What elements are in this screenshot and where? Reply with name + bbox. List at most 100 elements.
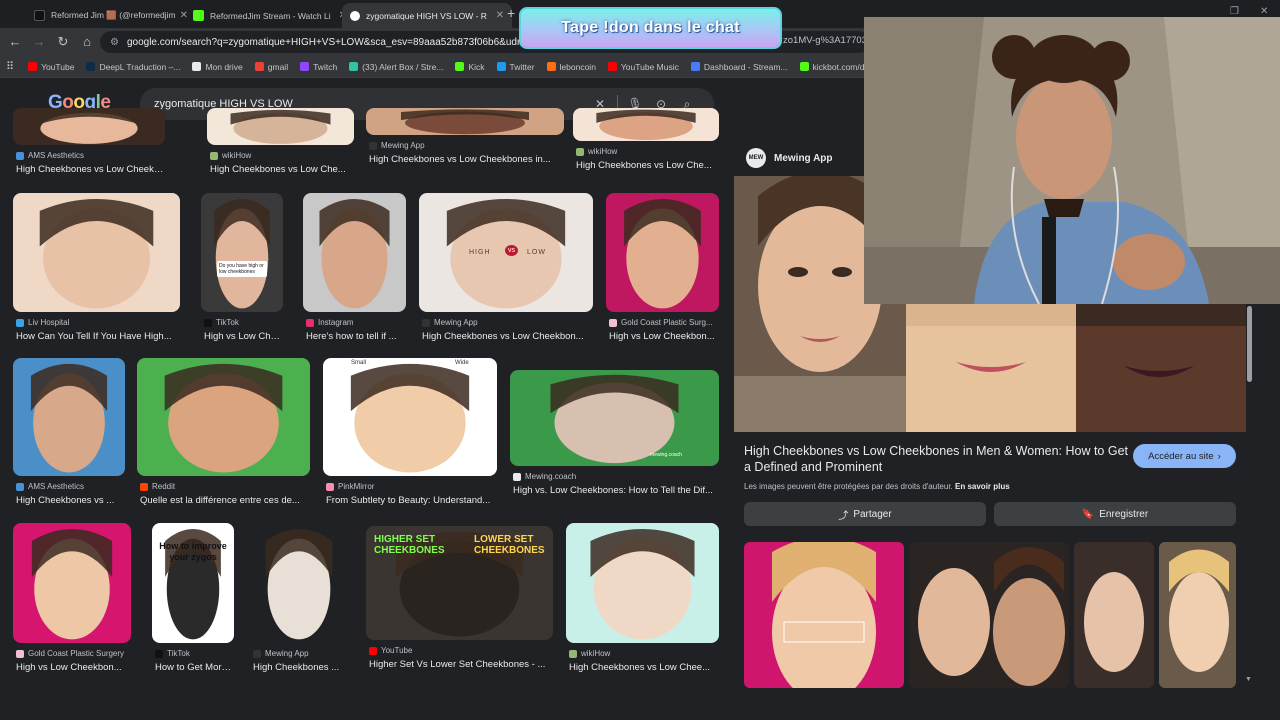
result-thumbnail[interactable] <box>250 523 348 643</box>
image-result[interactable]: AMS Aesthetics High Cheekbones vs Low Che… <box>13 108 165 181</box>
share-button[interactable]: ⤴ Partager <box>744 502 986 526</box>
result-thumbnail[interactable] <box>573 108 719 141</box>
result-thumbnail[interactable]: HIGHER SET CHEEKBONES LOWER SET CHEEKBONE… <box>366 526 553 640</box>
close-window-icon[interactable]: ✕ <box>1260 6 1268 17</box>
result-caption[interactable]: High Cheekbones vs ... <box>16 495 124 506</box>
forward-icon[interactable]: → <box>31 34 47 50</box>
result-source[interactable]: Instagram <box>306 318 354 327</box>
result-thumbnail[interactable] <box>13 193 180 312</box>
image-result[interactable]: HIGH vs LOW Mewing App High Cheekbones vs Lo… <box>419 193 593 348</box>
close-tab-icon[interactable]: ✕ <box>496 10 504 21</box>
home-icon[interactable]: ⌂ <box>79 34 95 50</box>
result-caption[interactable]: How to Get More P... <box>155 662 233 673</box>
result-caption[interactable]: High vs. Low Cheekbones: How to Tell the… <box>513 485 718 496</box>
result-caption[interactable]: High vs Low Chee... <box>204 331 282 342</box>
result-source[interactable]: Mewing.coach <box>513 472 576 481</box>
result-caption[interactable]: From Subtlety to Beauty: Understand... <box>326 495 496 506</box>
result-caption[interactable]: High Cheekbones vs Low Cheekbones... <box>16 164 164 175</box>
result-thumbnail[interactable] <box>13 523 131 643</box>
result-thumbnail[interactable] <box>303 193 406 312</box>
reload-icon[interactable]: ↻ <box>55 34 71 50</box>
result-thumbnail[interactable] <box>13 108 165 145</box>
image-result[interactable]: AMS Aesthetics High Cheekbones vs ... <box>13 358 125 512</box>
result-thumbnail[interactable]: Do you have high or low cheekbones <box>201 193 283 312</box>
result-thumbnail[interactable] <box>566 523 719 643</box>
panel-scrollbar[interactable] <box>1247 306 1252 382</box>
result-caption[interactable]: High Cheekbones vs Low Cheekbon... <box>422 331 592 342</box>
save-button[interactable]: 🔖 Enregistrer <box>994 502 1236 526</box>
bookmark-item[interactable]: gmail <box>254 62 288 72</box>
bookmark-item[interactable]: DeepL Traduction –... <box>86 62 180 72</box>
image-result[interactable]: wikiHow High Cheekbones vs Low Che... <box>573 108 719 177</box>
tab-kick[interactable]: ReformedJim Stream - Watch Li ✕ <box>185 3 355 28</box>
bookmark-item[interactable]: Twitch <box>300 62 337 72</box>
site-info-icon[interactable]: ⚙ <box>110 37 119 48</box>
tab-tiktok[interactable]: Reformed Jim 🟫 (@reformedjim) ✕ <box>26 3 196 28</box>
result-source[interactable]: YouTube <box>369 646 412 655</box>
image-result[interactable]: Instagram Here's how to tell if ... <box>303 193 406 348</box>
bookmark-item[interactable]: (33) Alert Box / Stre... <box>349 62 443 72</box>
result-thumbnail[interactable]: How to improve your zygos <box>152 523 234 643</box>
result-thumbnail[interactable] <box>366 108 564 135</box>
new-tab-button[interactable]: + <box>507 5 515 21</box>
result-source[interactable]: Liv Hospital <box>16 318 69 327</box>
visit-site-button[interactable]: Accéder au site › <box>1133 444 1236 468</box>
result-source[interactable]: Gold Coast Plastic Surgery <box>16 649 124 658</box>
result-thumbnail[interactable]: mewing.coach <box>510 370 719 466</box>
back-icon[interactable]: ← <box>7 34 23 50</box>
image-result[interactable]: mewing.coach Mewing.coach High vs. Low Che… <box>510 370 719 502</box>
bookmark-item[interactable]: YouTube <box>28 62 74 72</box>
result-thumbnail[interactable] <box>13 358 125 476</box>
result-source[interactable]: AMS Aesthetics <box>16 151 84 160</box>
result-source[interactable]: wikiHow <box>569 649 610 658</box>
panel-source[interactable]: MEW Mewing App <box>746 148 833 168</box>
bookmark-item[interactable]: Twitter <box>496 62 535 72</box>
bookmark-item[interactable]: Dashboard - Stream... <box>690 62 788 72</box>
apps-grid-icon[interactable]: ⠿ <box>6 60 14 73</box>
image-result[interactable]: Mewing App High Cheekbones vs Low Cheekbo… <box>362 104 568 175</box>
result-source[interactable]: Gold Coast Plastic Surg... <box>609 318 713 327</box>
restore-window-icon[interactable]: ❐ <box>1230 6 1239 17</box>
result-caption[interactable]: Higher Set Vs Lower Set Cheekbones - ... <box>369 659 552 670</box>
image-result[interactable]: Do you have high or low cheekbones TikTok… <box>201 193 283 348</box>
result-source[interactable]: TikTok <box>204 318 239 327</box>
result-caption[interactable]: High Cheekbones vs Low Cheekbones in... <box>369 154 563 165</box>
result-thumbnail[interactable] <box>606 193 719 312</box>
result-caption[interactable]: How Can You Tell If You Have High... <box>16 331 179 342</box>
image-result[interactable]: Liv Hospital How Can You Tell If You Have… <box>13 193 180 348</box>
result-thumbnail[interactable] <box>207 108 354 145</box>
result-source[interactable]: AMS Aesthetics <box>16 482 84 491</box>
result-caption[interactable]: High vs Low Cheekbon... <box>609 331 718 342</box>
result-source[interactable]: wikiHow <box>576 147 617 156</box>
preview-title[interactable]: High Cheekbones vs Low Cheekbones in Men… <box>744 443 1134 475</box>
learn-more-link[interactable]: En savoir plus <box>955 482 1010 491</box>
result-caption[interactable]: High Cheekbones vs Low Che... <box>210 164 353 175</box>
result-caption[interactable]: High Cheekbones vs Low Chee... <box>569 662 718 673</box>
result-caption[interactable]: High vs Low Cheekbon... <box>16 662 130 673</box>
result-source[interactable]: Mewing App <box>422 318 478 327</box>
result-caption[interactable]: Here's how to tell if ... <box>306 331 405 342</box>
image-result[interactable]: wikiHow High Cheekbones vs Low Che... <box>207 108 354 181</box>
result-thumbnail[interactable]: Small Wide <box>323 358 497 476</box>
result-source[interactable]: TikTok <box>155 649 190 658</box>
image-result[interactable]: wikiHow High Cheekbones vs Low Chee... <box>566 523 719 679</box>
result-caption[interactable]: High Cheekbones ... <box>253 662 347 673</box>
scroll-down-arrow[interactable]: ▼ <box>1245 676 1252 683</box>
tab-google[interactable]: zygomatique HIGH VS LOW - R ✕ <box>342 3 512 28</box>
bookmark-item[interactable]: Kick <box>455 62 485 72</box>
result-source[interactable]: PinkMirror <box>326 482 374 491</box>
bookmark-item[interactable]: Mon drive <box>192 62 243 72</box>
result-source[interactable]: Reddit <box>140 482 175 491</box>
image-result[interactable]: Gold Coast Plastic Surgery High vs Low Ch… <box>13 523 131 679</box>
bookmark-item[interactable]: YouTube Music <box>607 62 679 72</box>
result-thumbnail[interactable]: HIGH vs LOW <box>419 193 593 312</box>
result-caption[interactable]: Quelle est la différence entre ces de... <box>140 495 309 506</box>
result-thumbnail[interactable] <box>137 358 310 476</box>
result-source[interactable]: wikiHow <box>210 151 251 160</box>
image-result[interactable]: HIGHER SET CHEEKBONES LOWER SET CHEEKBONE… <box>366 526 553 676</box>
bookmark-item[interactable]: leboncoin <box>546 62 596 72</box>
result-source[interactable]: Mewing App <box>253 649 309 658</box>
result-caption[interactable]: High Cheekbones vs Low Che... <box>576 160 718 171</box>
image-result[interactable]: Small Wide PinkMirror From Subtlety to Beau… <box>323 358 497 512</box>
image-result[interactable]: Reddit Quelle est la différence entre ces… <box>137 358 310 512</box>
